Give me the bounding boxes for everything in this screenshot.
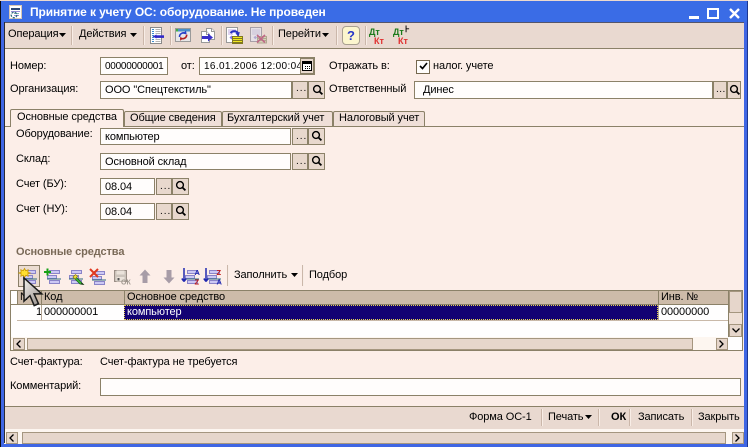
svg-text:Z: Z [217, 268, 222, 277]
svg-text:A: A [195, 268, 201, 277]
svg-text:A: A [217, 278, 223, 287]
svg-text:Z: Z [195, 278, 200, 287]
svg-text:ОК: ОК [121, 280, 131, 287]
